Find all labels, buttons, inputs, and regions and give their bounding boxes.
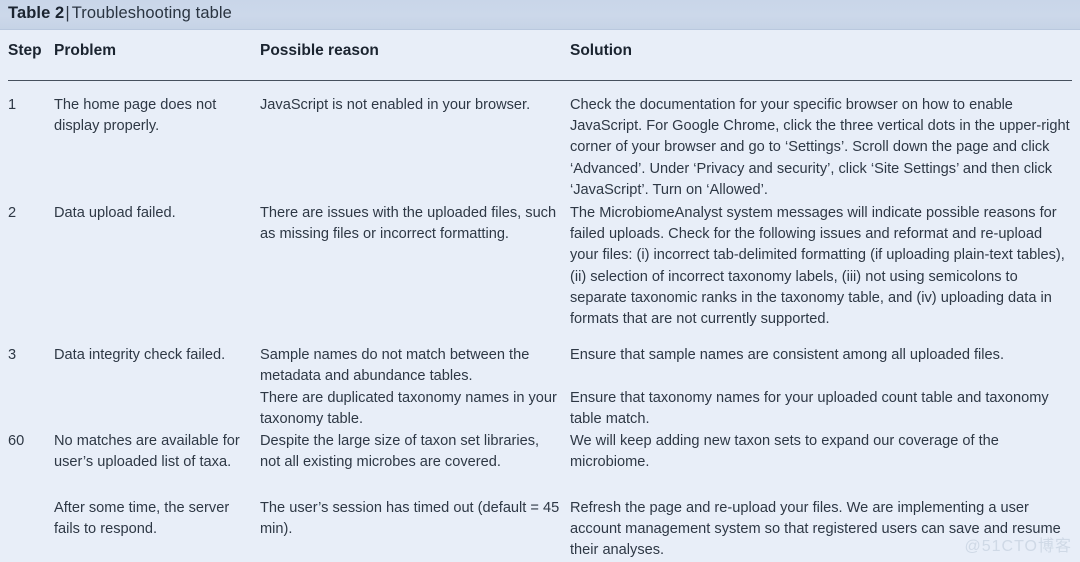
cell-step: 2	[8, 205, 17, 221]
cell-problem: Data upload failed.	[54, 205, 176, 221]
column-header-reason: Possible reason	[260, 42, 379, 59]
cell-reason: The user’s session has timed out (defaul…	[260, 500, 560, 538]
cell-solution: Ensure that taxonomy names for your uplo…	[570, 390, 1049, 428]
watermark: @51CTO博客	[964, 538, 1072, 555]
table-header-row: Step Problem Possible reason Solution	[0, 42, 1080, 72]
column-header-step: Step	[8, 42, 42, 59]
cell-reason: There are duplicated taxonomy names in y…	[260, 390, 557, 428]
column-header-problem: Problem	[54, 42, 117, 59]
troubleshooting-table-figure: Table 2| Troubleshooting table Step Probl…	[0, 0, 1080, 562]
header-rule	[8, 80, 1072, 81]
cell-reason: Sample names do not match between the me…	[260, 347, 530, 385]
cell-solution: Ensure that sample names are consistent …	[570, 347, 1005, 363]
cell-problem: The home page does not display properly.	[54, 97, 217, 135]
table-title: Table 2| Troubleshooting table	[8, 4, 233, 23]
table-title-band: Table 2| Troubleshooting table	[0, 0, 1080, 30]
cell-step: 3	[8, 347, 17, 363]
column-header-solution: Solution	[570, 42, 632, 59]
cell-step: 60	[8, 433, 25, 449]
cell-problem: No matches are available for user’s uplo…	[54, 433, 240, 471]
cell-solution: We will keep adding new taxon sets to ex…	[570, 433, 999, 471]
table-body: Step Problem Possible reason Solution 1 …	[0, 31, 1080, 562]
cell-solution: Check the documentation for your specifi…	[570, 97, 1070, 198]
table-number: Table 2	[8, 4, 65, 22]
cell-solution: The MicrobiomeAnalyst system messages wi…	[570, 205, 1065, 328]
cell-step: 1	[8, 97, 17, 113]
cell-reason: There are issues with the uploaded files…	[260, 205, 557, 243]
table-caption: Troubleshooting table	[71, 4, 232, 22]
table-title-separator: |	[65, 4, 70, 22]
cell-problem: After some time, the server fails to res…	[54, 500, 230, 538]
cell-reason: JavaScript is not enabled in your browse…	[260, 97, 531, 113]
cell-problem: Data integrity check failed.	[54, 347, 226, 363]
cell-reason: Despite the large size of taxon set libr…	[260, 433, 540, 471]
